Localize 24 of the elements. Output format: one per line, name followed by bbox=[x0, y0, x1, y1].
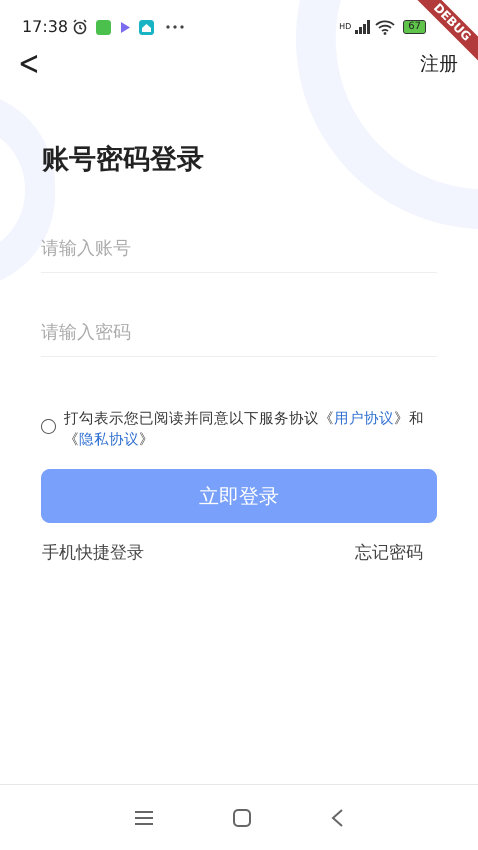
register-button[interactable]: 注册 bbox=[420, 50, 458, 78]
more-icon bbox=[166, 25, 184, 29]
app-icon bbox=[96, 20, 112, 34]
play-icon bbox=[119, 20, 132, 34]
agreement-link[interactable]: 隐私协议 bbox=[79, 432, 139, 448]
signal-icon bbox=[355, 20, 372, 34]
wifi-icon bbox=[375, 20, 396, 34]
network-label: HD bbox=[339, 21, 352, 33]
home-icon[interactable] bbox=[233, 808, 251, 826]
agreement-text: 打勾表示您已阅读并同意以下服务协议《用户协议》和《隐私协议》 bbox=[64, 410, 425, 450]
agreement-radio[interactable] bbox=[41, 418, 56, 434]
menu-icon[interactable] bbox=[135, 810, 153, 826]
forgot-password-link[interactable]: 忘记密码 bbox=[355, 540, 423, 566]
alarm-icon bbox=[72, 19, 88, 35]
input-field[interactable]: 请输入密码 bbox=[41, 308, 437, 356]
input-field[interactable]: 请输入账号 bbox=[41, 224, 437, 272]
back-icon[interactable] bbox=[331, 808, 343, 826]
page-title: 账号密码登录 bbox=[42, 143, 205, 177]
battery-level: 67 bbox=[403, 20, 426, 34]
agreement-link[interactable]: 用户协议 bbox=[334, 410, 394, 426]
phone-login-link[interactable]: 手机快捷登录 bbox=[42, 540, 144, 566]
back-button[interactable]: < bbox=[18, 47, 40, 81]
home-app-icon bbox=[139, 20, 154, 34]
status-time: 17:38 bbox=[22, 16, 68, 38]
